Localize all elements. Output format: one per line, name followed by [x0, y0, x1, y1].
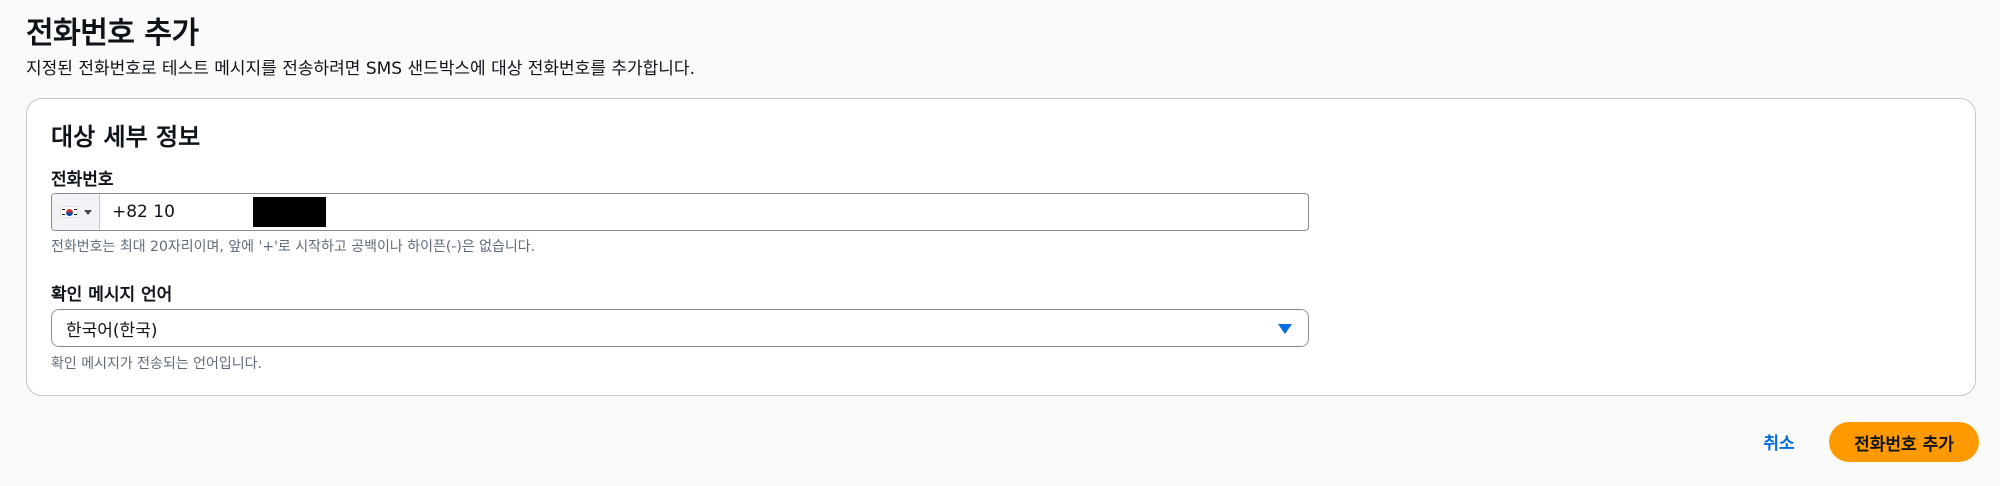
language-label: 확인 메시지 언어 [51, 285, 173, 305]
destination-details-container: 대상 세부 정보 전화번호 +82 10 전화번호는 최대 20자리이며, 앞에… [26, 98, 1976, 396]
country-code-select[interactable] [52, 194, 100, 230]
language-select[interactable]: 한국어(한국) [51, 309, 1309, 347]
add-phone-number-page: 전화번호 추가 지정된 전화번호로 테스트 메시지를 전송하려면 SMS 샌드박… [0, 0, 2000, 486]
phone-number-input[interactable]: +82 10 [100, 194, 175, 230]
phone-number-constraint: 전화번호는 최대 20자리이며, 앞에 '+'로 시작하고 공백이나 하이픈(-… [51, 239, 536, 255]
language-constraint: 확인 메시지가 전송되는 언어입니다. [51, 356, 262, 372]
phone-number-label: 전화번호 [51, 170, 114, 190]
container-header: 대상 세부 정보 [51, 123, 201, 151]
phone-number-field: +82 10 [51, 193, 1309, 231]
page-description: 지정된 전화번호로 테스트 메시지를 전송하려면 SMS 샌드박스에 대상 전화… [26, 59, 695, 79]
language-selected-value: 한국어(한국) [66, 320, 158, 341]
redacted-digits [253, 197, 326, 227]
page-title: 전화번호 추가 [26, 16, 199, 51]
kr-flag-icon [59, 206, 78, 218]
cancel-button[interactable]: 취소 [1752, 426, 1806, 456]
chevron-down-icon [83, 209, 92, 215]
phone-number-value: +82 10 [112, 202, 175, 222]
add-phone-number-button[interactable]: 전화번호 추가 [1829, 422, 1979, 462]
caret-down-icon [1278, 324, 1292, 334]
